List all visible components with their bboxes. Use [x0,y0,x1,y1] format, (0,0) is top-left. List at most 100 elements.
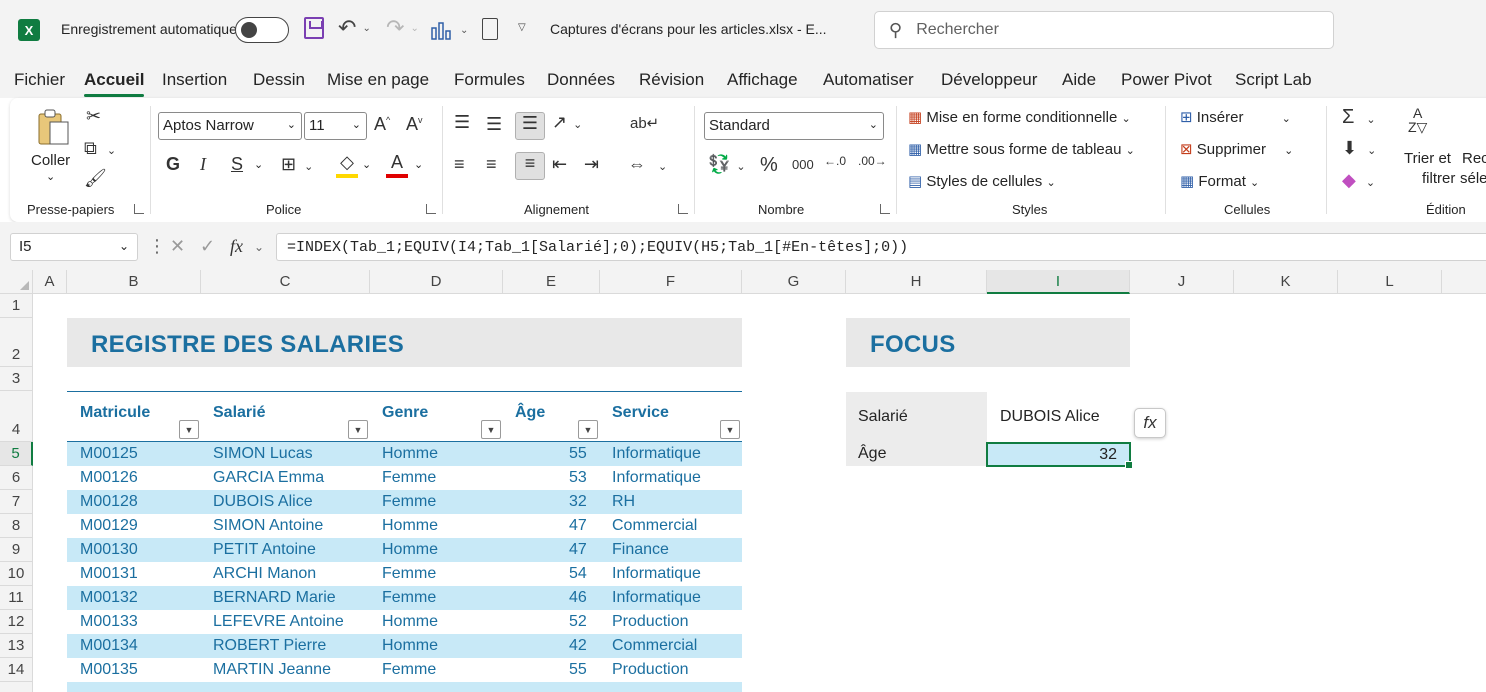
filter-dropdown-icon[interactable]: ▼ [179,420,199,439]
filter-dropdown-icon[interactable]: ▼ [348,420,368,439]
fill-color-chevron-icon[interactable]: ⌄ [362,158,371,171]
font-launcher-icon[interactable] [426,204,436,214]
copy-icon[interactable]: ⧉ ⌄ [84,138,116,159]
row-header-9[interactable]: 9 [0,538,33,562]
tab-insertion[interactable]: Insertion [162,70,227,90]
borders-icon[interactable]: ⊞ ⌄ [281,154,313,175]
align-top-icon[interactable]: ☰ [454,112,470,133]
column-header-d[interactable]: D [370,270,503,294]
column-header-m[interactable] [1442,270,1486,294]
wrap-text-icon[interactable]: ab↵ [630,114,659,132]
increase-font-icon[interactable]: A^ [374,114,390,135]
filter-dropdown-icon[interactable]: ▼ [578,420,598,439]
tab-script-lab[interactable]: Script Lab [1235,70,1312,90]
tab-formules[interactable]: Formules [454,70,525,90]
row-header-10[interactable]: 10 [0,562,33,586]
name-box[interactable]: I5 ⌄ [10,233,138,261]
row-header-13[interactable]: 13 [0,634,33,658]
cut-icon[interactable]: ✂ [86,106,101,127]
tab-fichier[interactable]: Fichier [14,70,65,90]
sort-filter-label-1[interactable]: Trier et [1404,150,1451,167]
sort-filter-icon[interactable]: A Z▽ [1408,106,1427,134]
clipboard-launcher-icon[interactable] [134,204,144,214]
chart-icon[interactable]: ⌄ [430,20,468,40]
cell-styles-button[interactable]: ▤ Styles de cellules ⌄ [908,172,1056,190]
tab-revision[interactable]: Révision [639,70,704,90]
conditional-formatting-button[interactable]: ▦ Mise en forme conditionnelle ⌄ [908,108,1131,126]
row-header-15[interactable] [0,682,33,692]
column-header-h[interactable]: H [846,270,987,294]
row-header-7[interactable]: 7 [0,490,33,514]
align-left-icon[interactable]: ≡ [454,154,465,175]
orientation-icon[interactable]: ↗ ⌄ [552,112,582,133]
merge-center-icon[interactable]: ⇔ ⌄ [628,154,667,175]
find-select-label-1[interactable]: Rec [1462,150,1486,167]
filter-dropdown-icon[interactable]: ▼ [481,420,501,439]
formula-input[interactable]: =INDEX(Tab_1;EQUIV(I4;Tab_1[Salarié];0);… [276,233,1486,261]
increase-decimal-icon[interactable]: ←.0 [824,154,846,168]
align-center-icon[interactable]: ≡ [486,154,497,175]
filter-dropdown-icon[interactable]: ▼ [720,420,740,439]
decrease-indent-icon[interactable]: ⇤ [552,154,567,175]
percent-button[interactable]: % [760,154,778,177]
align-middle-icon[interactable]: ☰ [486,114,502,135]
search-box[interactable]: ⚲ [874,11,1334,49]
font-name-dropdown[interactable]: Aptos Narrow ⌄ [158,112,302,140]
decrease-decimal-icon[interactable]: .00→ [858,154,887,168]
format-painter-icon[interactable]: 🖌 [84,168,107,189]
redo-icon[interactable]: ↷ ⌄ [386,15,419,41]
underline-button[interactable]: S [231,154,243,175]
thousands-button[interactable]: 000 [792,157,814,172]
paste-label[interactable]: Coller [31,152,70,169]
row-header-2[interactable]: 2 [0,318,33,367]
focus-value-salarie[interactable]: DUBOIS Alice [987,392,1130,442]
row-header-8[interactable]: 8 [0,514,33,538]
number-launcher-icon[interactable] [880,204,890,214]
column-header-l[interactable]: L [1338,270,1442,294]
underline-chevron-icon[interactable]: ⌄ [254,158,263,171]
row-header-11[interactable]: 11 [0,586,33,610]
tab-affichage[interactable]: Affichage [727,70,798,90]
tab-accueil[interactable]: Accueil [84,70,145,97]
tab-developpeur[interactable]: Développeur [941,70,1037,90]
align-right-icon[interactable]: ≡ [515,152,545,180]
tab-dessin[interactable]: Dessin [253,70,305,90]
alignment-launcher-icon[interactable] [678,204,688,214]
paste-icon[interactable] [34,108,74,152]
column-header-i[interactable]: I [987,270,1130,294]
font-size-dropdown[interactable]: 11 ⌄ [304,112,367,140]
paste-chevron-icon[interactable]: ⌄ [46,170,55,183]
autosave-toggle[interactable] [235,17,289,43]
column-header-c[interactable]: C [201,270,370,294]
undo-icon[interactable]: ↶ ⌄ [338,15,371,41]
tab-mise-en-page[interactable]: Mise en page [327,70,429,90]
row-header-1[interactable]: 1 [0,294,33,318]
italic-button[interactable]: I [200,154,206,175]
tab-power-pivot[interactable]: Power Pivot [1121,70,1212,90]
selected-cell-i5[interactable]: 32 [986,442,1133,469]
row-header-4[interactable]: 4 [0,391,33,442]
search-input[interactable] [916,21,1297,39]
row-header-14[interactable]: 14 [0,658,33,682]
insert-function-button[interactable]: fx [230,236,243,257]
insert-button[interactable]: ⊞ Insérer ⌄ [1180,108,1291,126]
column-header-e[interactable]: E [503,270,600,294]
decrease-font-icon[interactable]: Av [406,114,423,135]
cancel-icon[interactable]: ✕ [170,236,185,257]
align-bottom-icon[interactable]: ☰ [515,112,545,140]
find-select-label-2[interactable]: séle [1460,170,1486,187]
tab-aide[interactable]: Aide [1062,70,1096,90]
increase-indent-icon[interactable]: ⇥ [584,154,599,175]
row-header-5[interactable]: 5 [0,442,33,466]
bold-button[interactable]: G [166,154,180,175]
tab-donnees[interactable]: Données [547,70,615,90]
format-button[interactable]: ▦ Format ⌄ [1180,172,1259,190]
currency-icon[interactable]: 💱 ⌄ [708,154,746,175]
sort-filter-label-2[interactable]: filtrer [1422,170,1455,187]
customize-toolbar-icon[interactable]: ▽ [518,22,526,33]
format-as-table-button[interactable]: ▦ Mettre sous forme de tableau ⌄ [908,140,1135,158]
clear-icon[interactable]: ◆ ⌄ [1342,170,1375,191]
row-header-3[interactable]: 3 [0,367,33,391]
column-header-k[interactable]: K [1234,270,1338,294]
formula-suggestion-icon[interactable]: fx [1134,408,1166,438]
